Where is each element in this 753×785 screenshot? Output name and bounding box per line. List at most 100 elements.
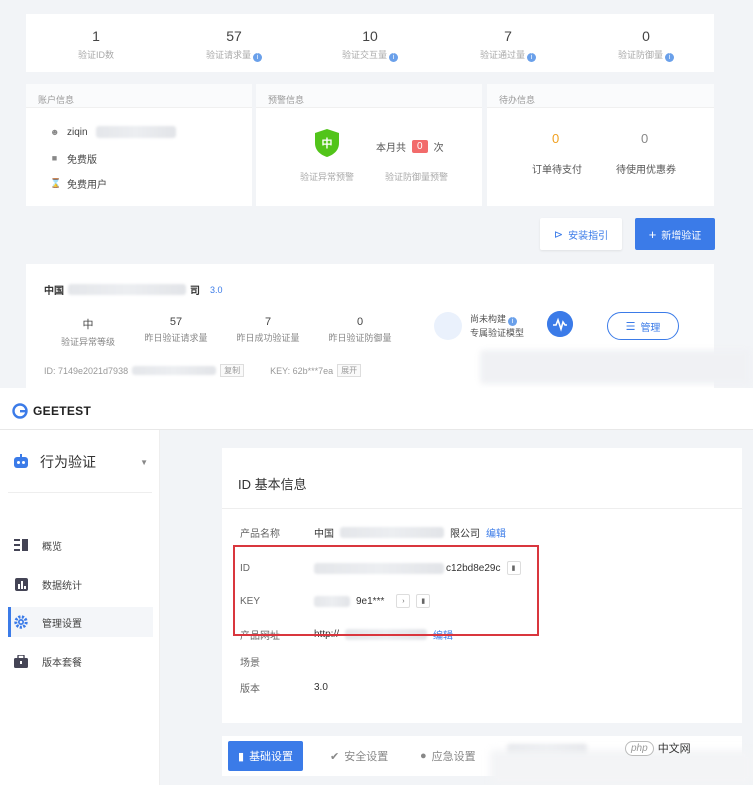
account-type: 免费用户 (67, 180, 107, 191)
overview-icon (14, 538, 28, 552)
unpaid-count[interactable]: 0 (552, 131, 559, 146)
redacted-area (95, 126, 176, 138)
install-guide-button[interactable]: ⊳ 安装指引 (540, 218, 622, 250)
version-row: 版本 3.0 (240, 680, 328, 695)
logo-text: GEETEST (33, 404, 92, 418)
tab-label: 安全设置 (344, 751, 389, 763)
stat-label: 验证交互量 i (310, 48, 430, 62)
coupon-count[interactable]: 0 (641, 131, 648, 146)
user-icon: ☻ (50, 126, 60, 137)
app-key: KEY: 62b***7ea (270, 365, 334, 376)
card-title: ID 基本信息 (238, 477, 307, 492)
app-name-suffix: 司 (190, 286, 200, 297)
info-icon[interactable]: i (253, 53, 262, 62)
info-icon[interactable]: i (527, 53, 536, 62)
stat-label: 验证通过量 i (448, 48, 568, 62)
panel-title: 待办信息 (499, 95, 536, 105)
redacted-area (480, 350, 750, 384)
stat-value: 10 (362, 28, 378, 44)
app-version: 3.0 (210, 284, 223, 295)
app-name[interactable]: 中国 司 3.0 (44, 282, 223, 297)
month-count-badge: 0 (412, 140, 428, 153)
caret-down-icon: ▼ (140, 458, 148, 467)
product-name: 行为验证 (40, 454, 96, 470)
sidebar-item-plans[interactable]: 版本套餐 (8, 646, 153, 676)
model-status-sub: 专属验证模型 (470, 328, 525, 338)
sidebar-divider (8, 492, 152, 493)
expand-tag[interactable]: 展开 (337, 364, 362, 377)
redacted-area (132, 366, 217, 375)
tab-basic-settings[interactable]: ▮ 基础设置 (228, 741, 304, 771)
plus-icon: + (648, 226, 657, 242)
model-status: 尚未构建 i 专属验证模型 (470, 312, 524, 340)
version-value: 3.0 (314, 682, 328, 693)
sidebar-item-overview[interactable]: 概览 (8, 530, 153, 560)
sliders-icon: ☰ (625, 320, 636, 333)
warning-panel: 预警信息 (256, 84, 482, 206)
app-name-prefix: 中国 (44, 286, 64, 297)
sidebar-item-label: 概览 (42, 541, 62, 553)
copy-tag[interactable]: 复制 (220, 364, 245, 377)
stat-value: 7 (504, 28, 512, 44)
tab-label: 基础设置 (249, 751, 294, 763)
field-label: 场景 (240, 658, 260, 669)
sidebar-item-settings[interactable]: 管理设置 (8, 607, 153, 637)
app-id: ID: 7149e2021d7938 (44, 365, 129, 376)
waveform-icon[interactable] (547, 311, 573, 337)
product-name-row: 产品名称 中国 限公司 编辑 (240, 525, 506, 540)
month-count: 本月共 0 次 (376, 139, 444, 154)
top-bar: GEETEST (0, 392, 753, 430)
account-username-row: ☻ ziqin (50, 126, 176, 138)
tab-emergency-settings[interactable]: ● 应急设置 (420, 741, 476, 771)
highlight-box (233, 545, 539, 636)
stat-label: 验证ID数 (77, 50, 114, 60)
month-prefix: 本月共 (376, 143, 406, 154)
account-panel: 账户信息 ☻ ziqin ■ 免费版 ⌛ 免费用户 (26, 84, 252, 206)
month-suffix: 次 (433, 143, 444, 154)
field-value: 中国 限公司 编辑 (314, 525, 506, 540)
manage-label: 管理 (640, 322, 661, 334)
unpaid-label: 订单待支付 (532, 165, 582, 176)
stat-defense: 0 验证防御量 i (586, 28, 706, 62)
sidebar-item-statistics[interactable]: 数据统计 (8, 569, 153, 599)
sidebar-item-label: 管理设置 (42, 618, 82, 630)
stat-value: 57 (226, 28, 242, 44)
field-label: 版本 (240, 684, 260, 695)
sidebar-item-label: 版本套餐 (42, 657, 82, 669)
info-icon[interactable]: i (389, 53, 398, 62)
product-selector[interactable]: 行为验证 ▼ (12, 448, 152, 476)
install-guide-label: 安装指引 (568, 230, 609, 242)
add-verification-button[interactable]: + 新增验证 (635, 218, 715, 250)
alert-circle-icon: ● (420, 750, 427, 762)
info-icon[interactable]: i (508, 317, 518, 326)
edit-product-name-link[interactable]: 编辑 (486, 525, 506, 540)
php-watermark: php 中文网 (625, 740, 691, 756)
watermark-site: 中文网 (657, 743, 691, 755)
stat-value: 0 (642, 28, 650, 44)
model-status-line: 尚未构建 (470, 314, 507, 324)
plan-icon: ■ (51, 153, 58, 163)
package-icon (14, 654, 28, 668)
app-credentials: ID: 7149e2021d7938 复制 KEY: 62b***7ea 展开 (44, 364, 362, 377)
active-indicator (8, 607, 11, 637)
bar-chart-icon (14, 577, 28, 591)
warning-level: 中 (321, 138, 333, 150)
account-plan: 免费版 (67, 155, 97, 166)
manage-button[interactable]: ☰ 管理 (607, 312, 679, 340)
product-name-prefix: 中国 (314, 529, 334, 540)
info-icon[interactable]: i (665, 53, 674, 62)
sidebar: 行为验证 ▼ 概览 数据统计 管理设置 版本套餐 (0, 430, 160, 785)
todo-panel: 待办信息 (487, 84, 714, 206)
geetest-logo[interactable]: GEETEST (12, 403, 91, 419)
add-verification-label: 新增验证 (661, 230, 702, 242)
card-divider (222, 508, 742, 509)
robot-icon (14, 454, 28, 468)
gear-icon (14, 615, 28, 629)
tab-security-settings[interactable]: ✔ 安全设置 (330, 741, 388, 771)
metric-label: 昨日验证防御量 (328, 333, 392, 343)
defense-warning-label: 验证防御量预警 (385, 172, 449, 182)
settings-screenshot: GEETEST 行为验证 ▼ 概览 数据统计 管理设置 版本套餐 ID 基本信息… (0, 392, 753, 785)
stat-verify-ids: 1 验证ID数 (36, 28, 156, 61)
geetest-logo-icon (12, 403, 28, 419)
account-plan-row: ■ 免费版 (50, 151, 97, 167)
